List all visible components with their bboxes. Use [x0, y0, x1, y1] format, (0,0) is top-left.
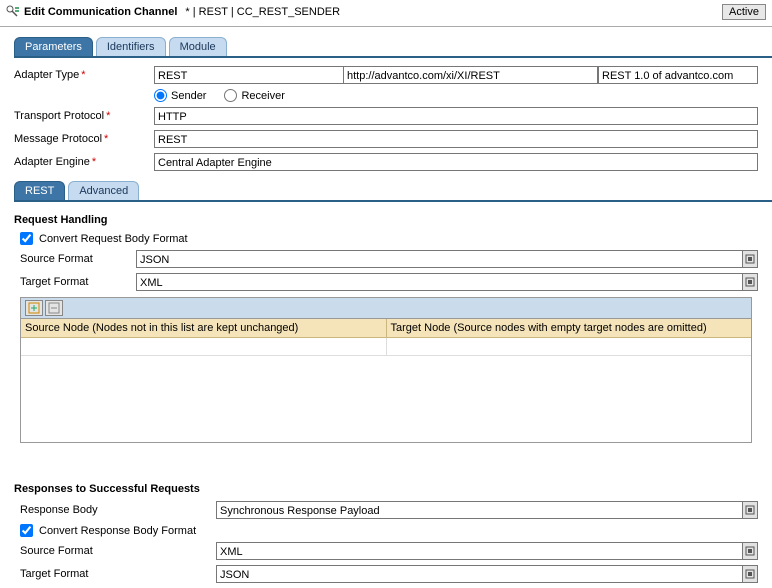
spacer: [0, 443, 772, 471]
transport-protocol-field[interactable]: HTTP: [154, 107, 758, 125]
direction-radio-group: Sender Receiver: [154, 89, 758, 102]
row-request-target-format: Target Format XML: [20, 273, 758, 291]
response-source-format-select[interactable]: XML: [216, 542, 758, 560]
adapter-namespace[interactable]: http://advantco.com/xi/XI/REST: [344, 66, 598, 84]
radio-receiver-label: Receiver: [241, 90, 284, 102]
row-response-body: Response Body Synchronous Response Paylo…: [20, 501, 758, 519]
request-target-format-select[interactable]: XML: [136, 273, 758, 291]
radio-receiver-input[interactable]: [224, 89, 237, 102]
response-body-select[interactable]: Synchronous Response Payload: [216, 501, 758, 519]
radio-sender-input[interactable]: [154, 89, 167, 102]
remove-row-button[interactable]: [45, 300, 63, 316]
label-response-body: Response Body: [20, 504, 216, 516]
row-convert-response-body: Convert Response Body Format: [20, 524, 758, 537]
cell-target[interactable]: [387, 338, 752, 355]
message-protocol-field[interactable]: REST: [154, 130, 758, 148]
request-target-format-value: XML: [136, 273, 742, 291]
row-direction: Sender Receiver: [14, 89, 758, 102]
required-marker: *: [106, 110, 110, 122]
required-marker: *: [92, 156, 96, 168]
section-responses: Responses to Successful Requests: [14, 483, 772, 495]
label-adapter-type: Adapter Type*: [14, 69, 154, 81]
col-target-node: Target Node (Source nodes with empty tar…: [387, 319, 752, 337]
section-request-handling: Request Handling: [14, 214, 772, 226]
table-body[interactable]: [21, 338, 751, 442]
add-row-button[interactable]: [25, 300, 43, 316]
label-request-source-format: Source Format: [20, 253, 136, 265]
adapter-type-fields: REST http://advantco.com/xi/XI/REST REST…: [154, 66, 758, 84]
label-message-protocol-text: Message Protocol: [14, 133, 102, 145]
label-adapter-engine-text: Adapter Engine: [14, 156, 90, 168]
radio-sender-label: Sender: [171, 90, 206, 102]
dropdown-icon[interactable]: [742, 542, 758, 560]
adapter-version[interactable]: REST 1.0 of advantco.com: [598, 66, 758, 84]
response-target-format-value: JSON: [216, 565, 742, 583]
tab-parameters[interactable]: Parameters: [14, 37, 93, 56]
row-request-source-format: Source Format JSON: [20, 250, 758, 268]
label-adapter-type-text: Adapter Type: [14, 69, 79, 81]
row-message-protocol: Message Protocol* REST: [14, 130, 758, 148]
table-toolbar: [21, 298, 751, 319]
responses-area: Response Body Synchronous Response Paylo…: [0, 501, 772, 583]
page-subtitle: * | REST | CC_REST_SENDER: [185, 6, 340, 18]
parameters-form: Adapter Type* REST http://advantco.com/x…: [0, 58, 772, 171]
row-adapter-type: Adapter Type* REST http://advantco.com/x…: [14, 66, 758, 84]
channel-icon: [6, 5, 20, 19]
radio-sender[interactable]: Sender: [154, 89, 206, 102]
page-title: Edit Communication Channel: [24, 6, 177, 18]
header-left: Edit Communication Channel * | REST | CC…: [6, 5, 340, 19]
label-convert-response-body: Convert Response Body Format: [39, 525, 196, 537]
label-adapter-engine: Adapter Engine*: [14, 156, 154, 168]
cell-source[interactable]: [21, 338, 387, 355]
col-source-node: Source Node (Nodes not in this list are …: [21, 319, 387, 337]
response-source-format-value: XML: [216, 542, 742, 560]
table-header: Source Node (Nodes not in this list are …: [21, 319, 751, 338]
adapter-type-value[interactable]: REST: [154, 66, 344, 84]
label-request-target-format: Target Format: [20, 276, 136, 288]
row-response-source-format: Source Format XML: [20, 542, 758, 560]
radio-receiver[interactable]: Receiver: [224, 89, 284, 102]
sub-tabs: REST Advanced: [14, 181, 772, 202]
active-status-button[interactable]: Active: [722, 4, 766, 20]
tab-identifiers[interactable]: Identifiers: [96, 37, 166, 56]
subtab-rest[interactable]: REST: [14, 181, 65, 200]
label-transport-protocol-text: Transport Protocol: [14, 110, 104, 122]
response-target-format-select[interactable]: JSON: [216, 565, 758, 583]
dropdown-icon[interactable]: [742, 565, 758, 583]
tab-module[interactable]: Module: [169, 37, 227, 56]
main-tabs: Parameters Identifiers Module: [14, 37, 772, 58]
request-source-format-value: JSON: [136, 250, 742, 268]
checkbox-convert-response-body[interactable]: [20, 524, 33, 537]
dropdown-icon[interactable]: [742, 501, 758, 519]
label-response-source-format: Source Format: [20, 545, 216, 557]
row-convert-request-body: Convert Request Body Format: [20, 232, 758, 245]
subtab-advanced[interactable]: Advanced: [68, 181, 139, 200]
label-convert-request-body: Convert Request Body Format: [39, 233, 188, 245]
request-handling-area: Convert Request Body Format Source Forma…: [0, 232, 772, 291]
adapter-engine-field[interactable]: Central Adapter Engine: [154, 153, 758, 171]
table-row[interactable]: [21, 338, 751, 356]
dropdown-icon[interactable]: [742, 273, 758, 291]
checkbox-convert-request-body[interactable]: [20, 232, 33, 245]
request-source-format-select[interactable]: JSON: [136, 250, 758, 268]
response-body-value: Synchronous Response Payload: [216, 501, 742, 519]
label-transport-protocol: Transport Protocol*: [14, 110, 154, 122]
window-header: Edit Communication Channel * | REST | CC…: [0, 0, 772, 27]
required-marker: *: [104, 133, 108, 145]
label-message-protocol: Message Protocol*: [14, 133, 154, 145]
row-response-target-format: Target Format JSON: [20, 565, 758, 583]
row-transport-protocol: Transport Protocol* HTTP: [14, 107, 758, 125]
dropdown-icon[interactable]: [742, 250, 758, 268]
label-response-target-format: Target Format: [20, 568, 216, 580]
row-adapter-engine: Adapter Engine* Central Adapter Engine: [14, 153, 758, 171]
node-mapping-table: Source Node (Nodes not in this list are …: [20, 297, 752, 443]
required-marker: *: [81, 69, 85, 81]
